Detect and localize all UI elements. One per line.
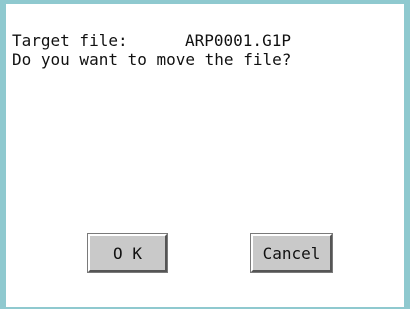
ok-button[interactable]: O K	[87, 233, 168, 273]
dialog-frame-left	[0, 0, 6, 309]
move-file-dialog: Target file: ARP0001.G1P Do you want to …	[0, 0, 410, 309]
target-file-name: ARP0001.G1P	[185, 31, 291, 50]
dialog-frame-top	[0, 0, 410, 4]
dialog-frame-right	[404, 0, 410, 309]
cancel-button[interactable]: Cancel	[250, 233, 333, 273]
target-file-label: Target file:	[12, 31, 128, 50]
move-confirmation-question: Do you want to move the file?	[12, 50, 292, 69]
